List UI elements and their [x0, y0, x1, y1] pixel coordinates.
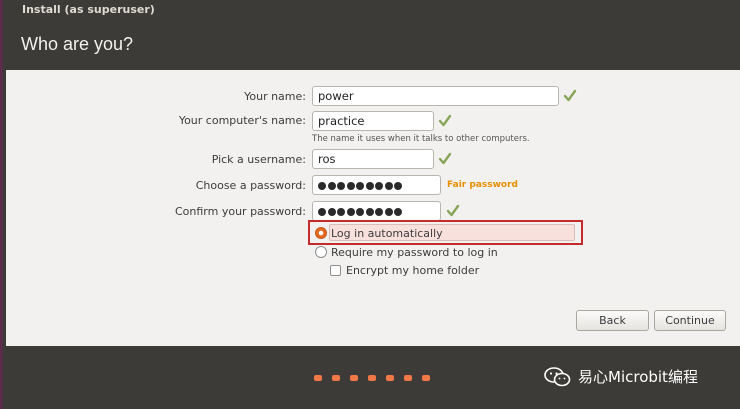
computer-name-hint: The name it uses when it talks to other …	[312, 134, 530, 144]
footer: 易心Microbit编程	[6, 346, 740, 409]
password-dot	[394, 208, 402, 216]
password-dot	[356, 208, 364, 216]
continue-button[interactable]: Continue	[654, 310, 726, 331]
password-label: Choose a password:	[195, 179, 306, 192]
watermark-text: 易心Microbit编程	[578, 368, 698, 386]
progress-dot	[404, 375, 412, 381]
progress-dot	[332, 375, 340, 381]
password-dot	[384, 208, 393, 216]
title-bar: Install (as superuser)	[6, 0, 740, 22]
confirm-password-label: Confirm your password:	[174, 205, 306, 218]
username-field[interactable]: ros	[312, 149, 434, 169]
progress-dot	[368, 375, 376, 381]
progress-dot	[314, 375, 322, 381]
password-dot	[384, 182, 393, 190]
password-dot	[346, 182, 355, 190]
confirm-password-field[interactable]	[312, 201, 441, 221]
check-icon	[438, 152, 452, 165]
page-title: Who are you?	[21, 34, 134, 54]
progress-dot	[350, 375, 358, 381]
back-button[interactable]: Back	[576, 310, 649, 331]
check-icon	[563, 89, 577, 102]
password-dot	[346, 208, 355, 216]
password-dot	[327, 208, 336, 216]
password-dot	[365, 208, 374, 216]
wechat-icon	[544, 367, 571, 387]
highlight-box	[308, 220, 583, 245]
window-title: Install (as superuser)	[22, 3, 155, 16]
password-dot	[375, 182, 383, 190]
password-dot	[365, 182, 374, 190]
password-dot	[337, 182, 345, 190]
name-field[interactable]: power	[312, 86, 559, 106]
encrypt-home-label[interactable]: Encrypt my home folder	[346, 264, 479, 277]
password-dot	[394, 182, 402, 190]
name-label: Your name:	[244, 90, 306, 103]
encrypt-home-checkbox[interactable]	[330, 265, 341, 276]
page-header: Who are you?	[6, 22, 740, 70]
progress-dot	[422, 375, 430, 381]
password-dot	[327, 182, 336, 190]
computer-name-field[interactable]: practice	[312, 111, 434, 131]
password-field[interactable]	[312, 175, 441, 195]
password-strength: Fair password	[447, 180, 518, 190]
installer-window: Install (as superuser) Who are you? Your…	[0, 0, 740, 409]
check-icon	[438, 114, 452, 127]
password-dot	[318, 182, 326, 190]
password-dot	[356, 182, 364, 190]
require-password-label[interactable]: Require my password to log in	[331, 246, 498, 259]
check-icon	[446, 204, 460, 217]
computer-name-label: Your computer's name:	[178, 114, 306, 127]
username-label: Pick a username:	[211, 153, 306, 166]
form-area: Your name: power Your computer's name: p…	[6, 70, 740, 346]
require-password-radio[interactable]	[315, 246, 327, 258]
progress-dot	[386, 375, 394, 381]
password-dot	[337, 208, 345, 216]
password-dot	[375, 208, 383, 216]
password-dot	[318, 208, 326, 216]
